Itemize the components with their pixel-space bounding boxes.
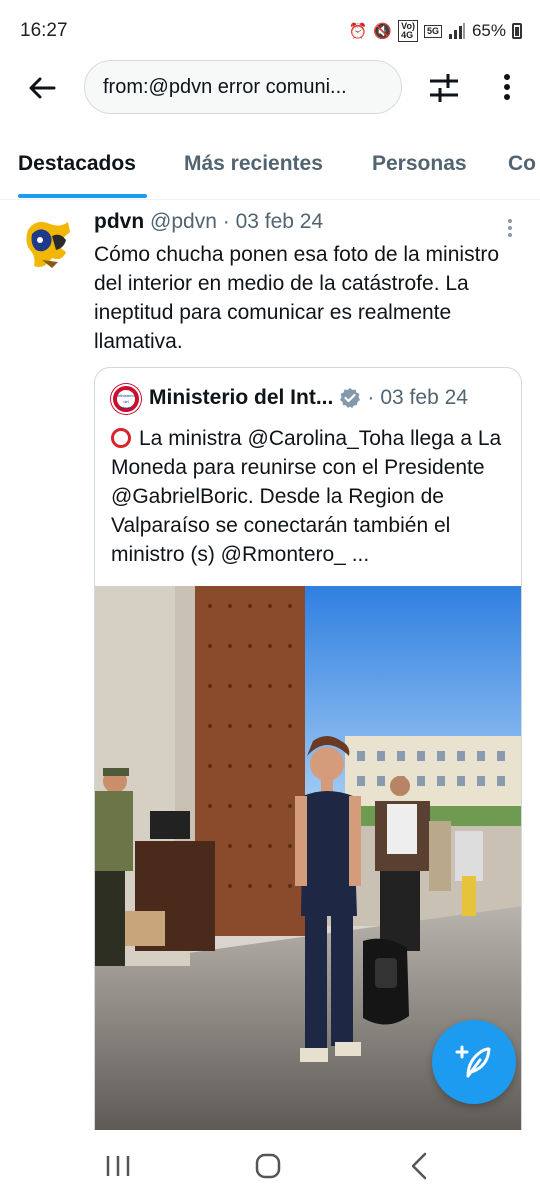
avatar[interactable] <box>22 216 76 272</box>
search-filters-button[interactable] <box>424 68 464 108</box>
tweet[interactable]: pdvn @pdvn · 03 feb 24 Cómo chucha ponen… <box>0 200 540 1147</box>
tab-destacados[interactable]: Destacados <box>18 152 136 176</box>
separator-dot: · <box>222 210 230 233</box>
author-handle[interactable]: @pdvn <box>150 210 217 233</box>
tab-personas[interactable]: Personas <box>372 152 467 176</box>
tab-mas-recientes[interactable]: Más recientes <box>184 152 323 176</box>
compose-feather-icon <box>455 1045 491 1078</box>
back-arrow-icon <box>29 77 56 99</box>
quote-separator: · <box>367 386 375 409</box>
signal-icon <box>448 23 465 39</box>
status-icons: ⏰ 🔇 Vo) 4G 5G 65% <box>349 20 522 42</box>
verified-badge-icon <box>340 388 361 408</box>
author-name[interactable]: pdvn <box>94 210 144 233</box>
tweet-text: Cómo chucha ponen esa foto de la ministr… <box>94 243 500 353</box>
ministry-logo: Ministerio del Interior <box>117 390 135 410</box>
back-button[interactable] <box>22 68 62 108</box>
tweet-date[interactable]: 03 feb 24 <box>236 210 324 233</box>
mute-icon: 🔇 <box>373 23 393 40</box>
dot <box>508 219 512 223</box>
tweet-header: pdvn @pdvn · 03 feb 24 <box>94 210 323 234</box>
dot <box>504 74 510 80</box>
system-nav-bar <box>0 1130 540 1199</box>
red-circle-icon <box>111 428 131 448</box>
sliders-icon <box>430 74 458 102</box>
quote-text: La ministra @Carolina_Toha llega a La Mo… <box>111 424 511 569</box>
recent-apps-icon[interactable] <box>98 1146 138 1186</box>
dot <box>508 233 512 237</box>
search-header: from:@pdvn error comuni... <box>0 58 540 118</box>
active-tab-indicator <box>18 194 147 198</box>
net-bottom-label: 4G <box>401 30 414 40</box>
battery-percent: 65% <box>471 21 506 40</box>
quote-avatar[interactable]: Ministerio del Interior <box>111 384 141 414</box>
more-options-button[interactable] <box>490 68 524 108</box>
battery-icon <box>512 23 522 39</box>
dot <box>504 94 510 100</box>
compose-tweet-button[interactable] <box>432 1020 516 1104</box>
network-5g-icon: 5G <box>423 24 442 38</box>
dot <box>508 226 512 230</box>
home-icon[interactable] <box>248 1146 288 1186</box>
quote-author-name[interactable]: Ministerio del Int... <box>149 386 333 410</box>
status-time: 16:27 <box>20 20 68 41</box>
quote-header: Ministerio del Int... · 03 feb 24 <box>149 386 468 410</box>
tweet-menu-button[interactable] <box>500 216 520 240</box>
alarm-icon: ⏰ <box>348 23 368 40</box>
quote-text-body: La ministra @Carolina_Toha llega a La Mo… <box>111 427 502 566</box>
search-tabs: Destacados Más recientes Personas Co <box>0 140 540 200</box>
search-input[interactable]: from:@pdvn error comuni... <box>84 60 402 114</box>
dot <box>504 84 510 90</box>
network-volte-icon: Vo) 4G <box>398 20 418 42</box>
search-query: from:@pdvn error comuni... <box>103 75 347 98</box>
quote-date[interactable]: 03 feb 24 <box>380 386 468 410</box>
status-bar: 16:27 ⏰ 🔇 Vo) 4G 5G 65% <box>0 0 540 60</box>
tab-comunidades[interactable]: Co <box>508 152 536 176</box>
back-nav-icon[interactable] <box>400 1146 440 1186</box>
